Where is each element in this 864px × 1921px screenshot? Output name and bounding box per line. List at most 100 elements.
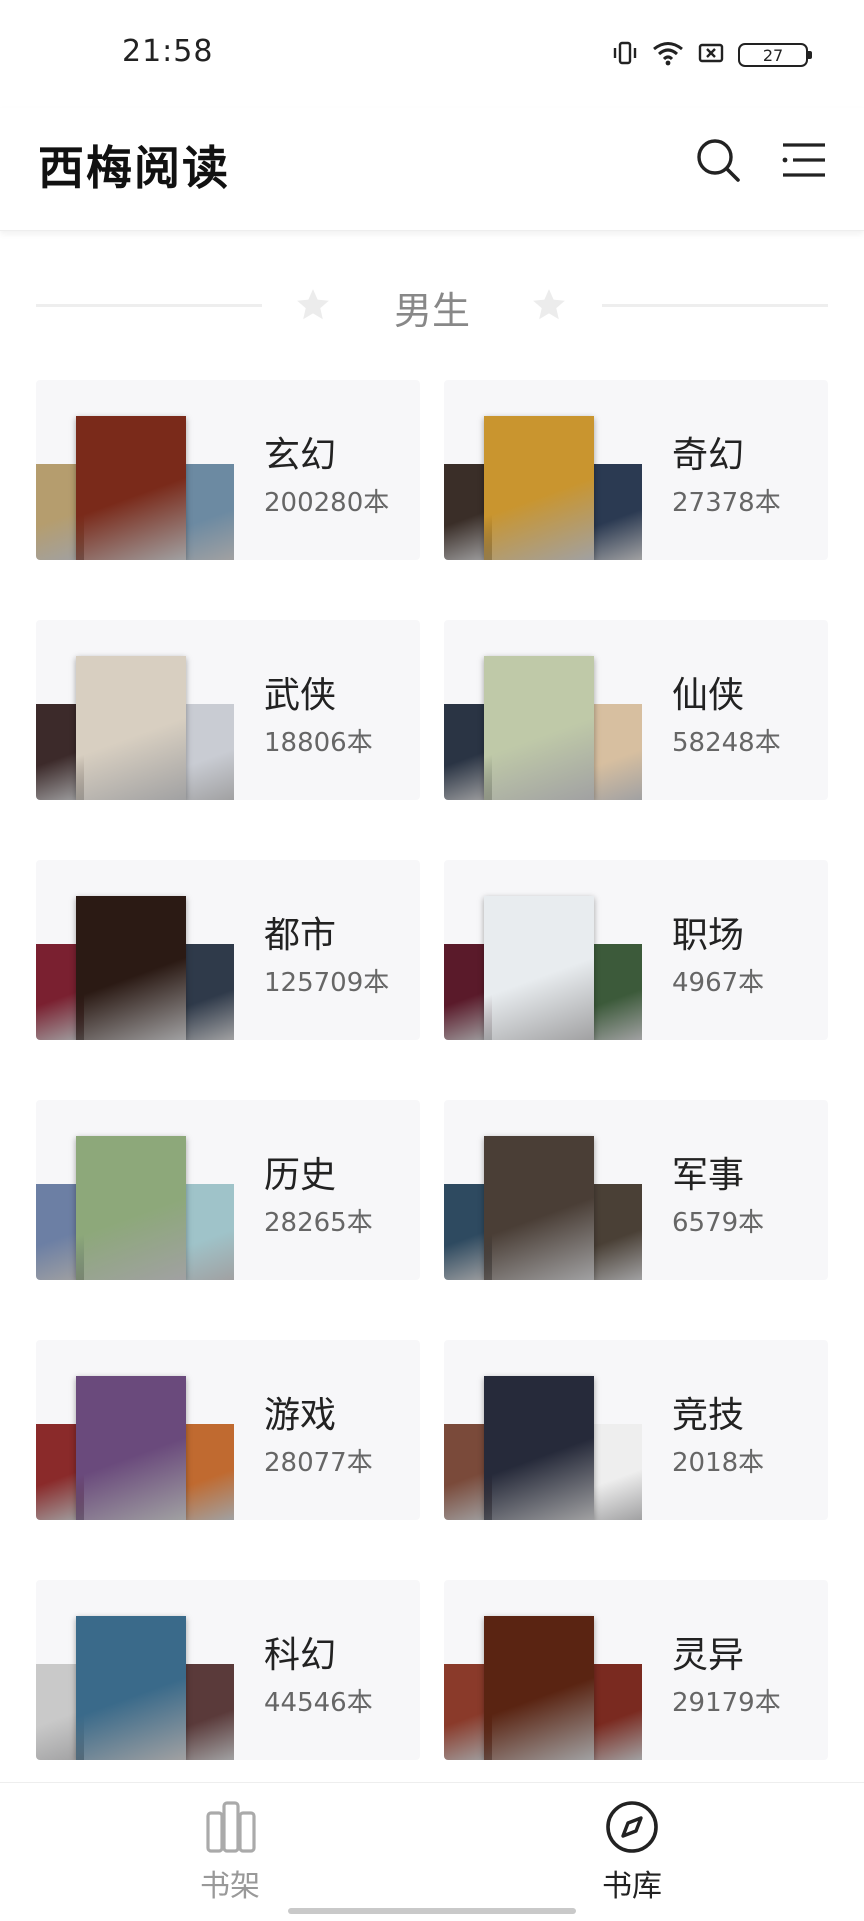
category-name: 科幻 [264, 1635, 337, 1676]
divider-right [602, 304, 828, 307]
category-name: 历史 [264, 1155, 337, 1196]
star-icon [530, 286, 568, 324]
category-name: 灵异 [672, 1635, 745, 1676]
book-cover-main [484, 1136, 594, 1280]
category-count: 28265本 [264, 1208, 373, 1238]
book-cover-main [484, 896, 594, 1040]
category-card[interactable]: 历史 28265本 [36, 1100, 420, 1280]
cover-stack [444, 1580, 644, 1760]
category-card[interactable]: 奇幻 27378本 [444, 380, 828, 560]
cover-stack [36, 1340, 236, 1520]
book-cover-right [186, 704, 234, 800]
category-name: 游戏 [264, 1395, 337, 1436]
book-cover-main [76, 1136, 186, 1280]
app-title: 西梅阅读 [38, 141, 230, 195]
compass-icon [604, 1799, 660, 1855]
battery-icon: 27 [738, 43, 812, 67]
category-name: 竞技 [672, 1395, 745, 1436]
category-card[interactable]: 职场 4967本 [444, 860, 828, 1040]
vibrate-icon [612, 40, 638, 70]
category-card[interactable]: 灵异 29179本 [444, 1580, 828, 1760]
category-count: 2018本 [672, 1448, 765, 1478]
status-icons: 27 [612, 38, 812, 72]
category-name: 仙侠 [672, 675, 745, 716]
category-card[interactable]: 武侠 18806本 [36, 620, 420, 800]
category-name: 都市 [264, 915, 337, 956]
search-icon [694, 136, 742, 188]
cover-stack [36, 860, 236, 1040]
cover-stack [444, 380, 644, 560]
menu-button[interactable] [776, 134, 832, 190]
category-name: 奇幻 [672, 435, 745, 476]
app-header: 西梅阅读 [0, 108, 864, 231]
category-count: 28077本 [264, 1448, 373, 1478]
cover-stack [444, 1100, 644, 1280]
book-cover-right [594, 1664, 642, 1760]
book-cover-main [484, 656, 594, 800]
book-cover-main [76, 656, 186, 800]
category-count: 18806本 [264, 728, 373, 758]
category-count: 29179本 [672, 1688, 781, 1718]
home-indicator [288, 1908, 576, 1914]
book-cover-main [484, 1616, 594, 1760]
category-card[interactable]: 都市 125709本 [36, 860, 420, 1040]
book-cover-main [76, 1616, 186, 1760]
category-card[interactable]: 玄幻 200280本 [36, 380, 420, 560]
category-count: 4967本 [672, 968, 765, 998]
wifi-icon [652, 40, 684, 70]
cover-stack [444, 860, 644, 1040]
cover-stack [36, 1580, 236, 1760]
category-count: 44546本 [264, 1688, 373, 1718]
book-cover-main [76, 896, 186, 1040]
category-count: 58248本 [672, 728, 781, 758]
status-time: 21:58 [122, 34, 214, 69]
category-card[interactable]: 科幻 44546本 [36, 1580, 420, 1760]
book-cover-right [186, 1664, 234, 1760]
book-cover-right [594, 704, 642, 800]
divider-left [36, 304, 262, 307]
star-icon [294, 286, 332, 324]
book-cover-right [594, 1184, 642, 1280]
category-count: 200280本 [264, 488, 390, 518]
book-cover-right [186, 464, 234, 560]
book-cover-right [594, 464, 642, 560]
category-card[interactable]: 军事 6579本 [444, 1100, 828, 1280]
section-label: 男生 [393, 289, 470, 333]
nav-label-library: 书库 [602, 1869, 662, 1904]
section-header: 男生 [36, 270, 828, 342]
book-cover-main [76, 1376, 186, 1520]
category-name: 职场 [672, 915, 745, 956]
cover-stack [444, 1340, 644, 1520]
book-cover-right [594, 944, 642, 1040]
cover-stack [36, 1100, 236, 1280]
nav-label-bookshelf: 书架 [200, 1869, 260, 1904]
book-cover-right [186, 1424, 234, 1520]
category-card[interactable]: 竞技 2018本 [444, 1340, 828, 1520]
battery-level: 27 [762, 45, 784, 65]
sim-icon [698, 40, 724, 70]
cover-stack [444, 620, 644, 800]
cover-stack [36, 620, 236, 800]
nav-item-bookshelf[interactable]: 书架 [130, 1783, 330, 1913]
bottom-nav: 书架 书库 [0, 1782, 864, 1921]
category-card[interactable]: 游戏 28077本 [36, 1340, 420, 1520]
cover-stack [36, 380, 236, 560]
category-card[interactable]: 仙侠 58248本 [444, 620, 828, 800]
status-bar: 21:58 27 [0, 0, 864, 108]
category-count: 6579本 [672, 1208, 765, 1238]
book-cover-right [186, 944, 234, 1040]
category-count: 125709本 [264, 968, 390, 998]
book-cover-main [484, 416, 594, 560]
book-cover-main [484, 1376, 594, 1520]
book-cover-main [76, 416, 186, 560]
category-name: 玄幻 [264, 435, 337, 476]
category-name: 武侠 [264, 675, 337, 716]
category-name: 军事 [672, 1155, 745, 1196]
search-button[interactable] [690, 134, 746, 190]
book-cover-right [594, 1424, 642, 1520]
category-count: 27378本 [672, 488, 781, 518]
nav-item-library[interactable]: 书库 [532, 1783, 732, 1913]
menu-icon [781, 140, 827, 184]
bookshelf-icon [202, 1799, 258, 1855]
book-cover-right [186, 1184, 234, 1280]
